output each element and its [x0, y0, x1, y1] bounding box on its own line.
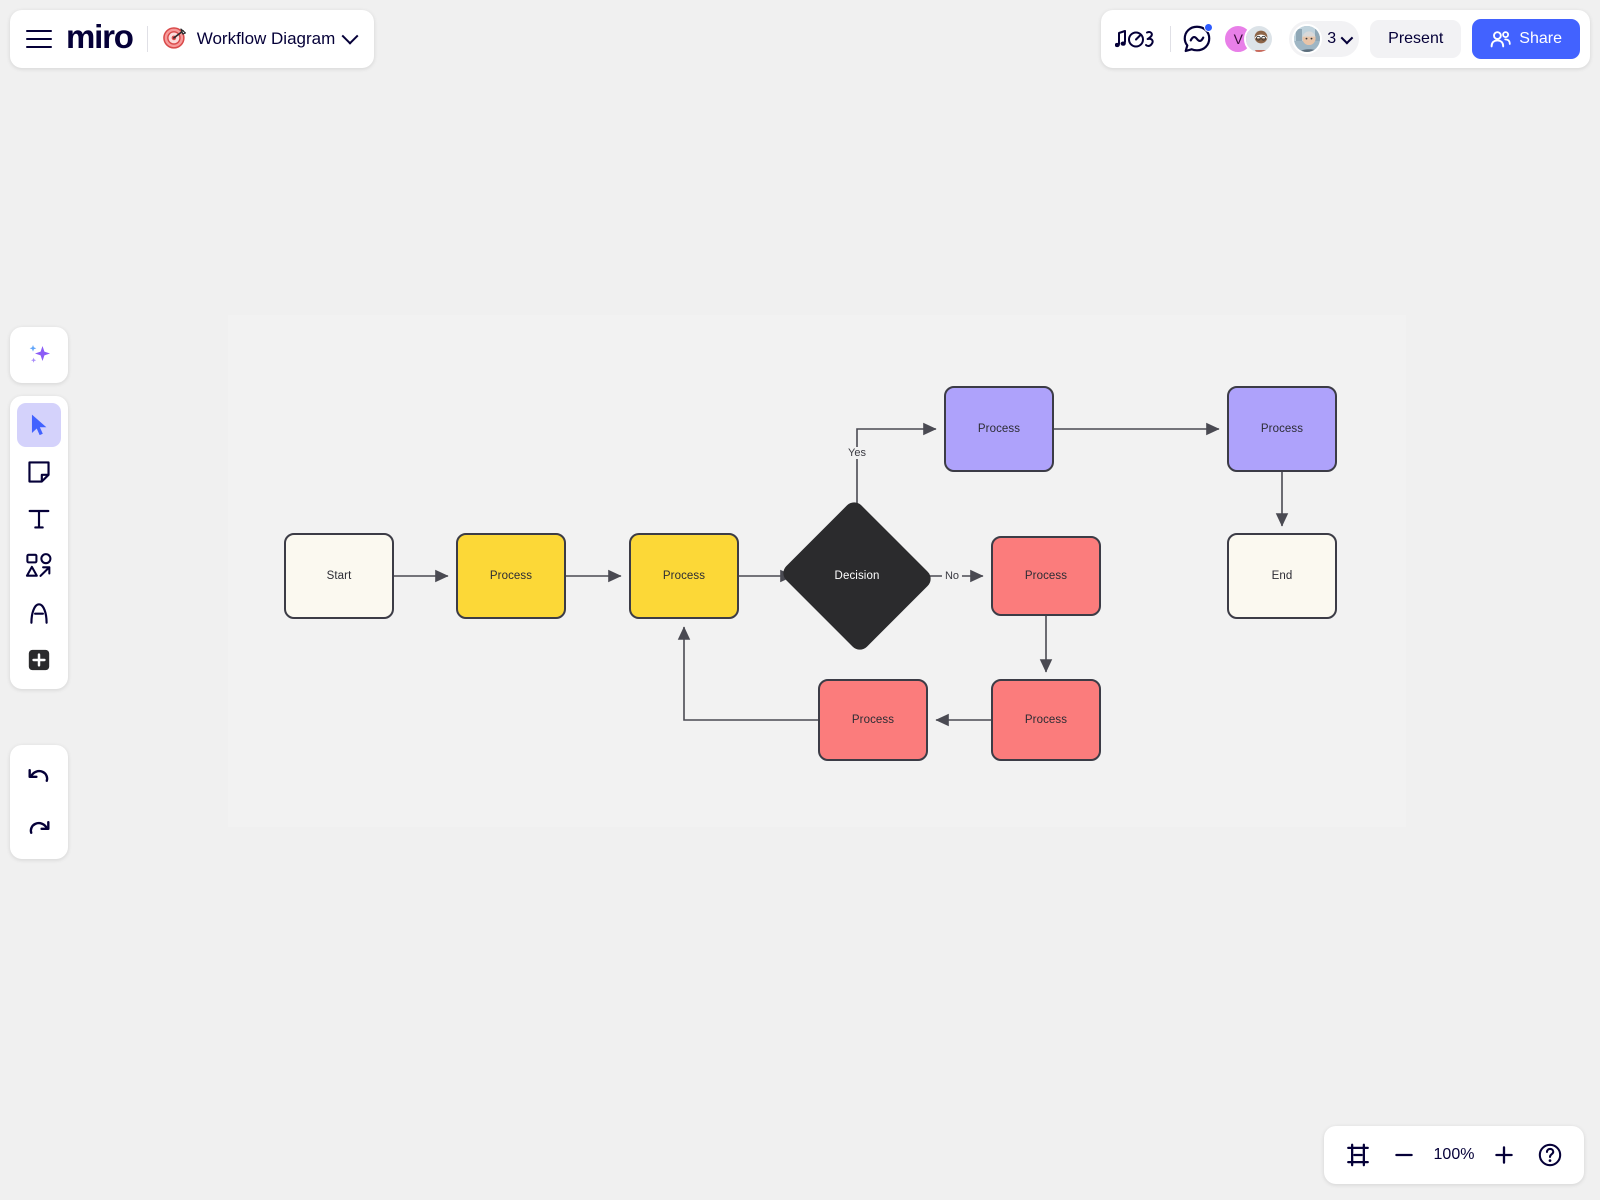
present-button[interactable]: Present: [1370, 20, 1461, 58]
people-icon: [1490, 30, 1511, 49]
redo-icon[interactable]: [17, 806, 61, 850]
diagram-node-label: Process: [852, 714, 894, 726]
sticky-note-tool[interactable]: [17, 450, 61, 494]
zoom-level-label[interactable]: 100%: [1430, 1146, 1478, 1164]
board-canvas[interactable]: Start Process Process Decision Process Proces…: [0, 0, 1600, 1200]
history-toolbar-card: [10, 745, 68, 859]
zoom-out-button[interactable]: [1384, 1135, 1424, 1175]
undo-icon[interactable]: [17, 754, 61, 798]
diagram-node-p2[interactable]: Process: [629, 533, 739, 619]
share-label: Share: [1519, 30, 1562, 48]
chevron-down-icon[interactable]: [342, 28, 359, 45]
chat-notification-icon[interactable]: [1182, 24, 1212, 54]
edge-label-yes: Yes: [845, 447, 869, 459]
diagram-node-label: Process: [490, 570, 532, 582]
avatar-photo-lead[interactable]: [1292, 24, 1322, 54]
diagram-node-label: Process: [1025, 570, 1067, 582]
shapes-tool[interactable]: [17, 544, 61, 588]
hamburger-menu-icon[interactable]: [26, 30, 52, 48]
zoom-in-button[interactable]: [1484, 1135, 1524, 1175]
diagram-node-py2[interactable]: Process: [1227, 386, 1337, 472]
diagram-node-dec[interactable]: Decision: [800, 523, 914, 629]
ai-toolbar-card: [10, 327, 68, 383]
divider: [1170, 26, 1171, 52]
diagram-node-label: Start: [327, 570, 352, 582]
top-right-bar: V: [1101, 10, 1590, 68]
diagram-node-label: Process: [978, 423, 1020, 435]
diagram-node-py1[interactable]: Process: [944, 386, 1054, 472]
ai-sparkle-tool[interactable]: [17, 333, 61, 377]
divider: [147, 26, 148, 52]
edge-label-no: No: [942, 570, 962, 582]
share-button[interactable]: Share: [1472, 19, 1580, 59]
zoom-controls-bar: 100%: [1324, 1126, 1584, 1184]
collaborator-avatars[interactable]: V: [1223, 24, 1274, 54]
miro-logo[interactable]: miro: [66, 20, 133, 58]
diagram-node-pn3[interactable]: Process: [818, 679, 928, 761]
pen-tool[interactable]: [17, 591, 61, 635]
diagram-node-label: Process: [1261, 423, 1303, 435]
target-board-icon: [162, 26, 188, 52]
more-apps-tool[interactable]: [17, 638, 61, 682]
fit-to-screen-icon[interactable]: [1338, 1135, 1378, 1175]
diagram-node-pn2[interactable]: Process: [991, 679, 1101, 761]
avatar-photo[interactable]: [1244, 24, 1274, 54]
collaborator-count-group[interactable]: 3: [1289, 21, 1359, 57]
diagram-node-label: End: [1272, 570, 1293, 582]
chevron-down-icon[interactable]: [1341, 31, 1354, 44]
diagram-node-start[interactable]: Start: [284, 533, 394, 619]
diagram-node-label: Decision: [835, 570, 880, 582]
board-title-text: Workflow Diagram: [197, 29, 336, 49]
board-title-chip[interactable]: Workflow Diagram: [162, 26, 357, 52]
main-toolbar-card: [10, 396, 68, 689]
diagram-node-label: Process: [663, 570, 705, 582]
diagram-node-pn1[interactable]: Process: [991, 536, 1101, 616]
collaborator-count: 3: [1327, 30, 1336, 48]
select-cursor-tool[interactable]: [17, 403, 61, 447]
top-left-bar: miro Workflow Diagram: [10, 10, 374, 68]
diagram-node-p1[interactable]: Process: [456, 533, 566, 619]
diagram-node-label: Process: [1025, 714, 1067, 726]
miro-board-app: Start Process Process Decision Process Proces…: [0, 0, 1600, 1200]
music-notes-icon[interactable]: [1115, 26, 1159, 52]
text-tool[interactable]: [17, 497, 61, 541]
help-button[interactable]: [1530, 1135, 1570, 1175]
diagram-node-end[interactable]: End: [1227, 533, 1337, 619]
